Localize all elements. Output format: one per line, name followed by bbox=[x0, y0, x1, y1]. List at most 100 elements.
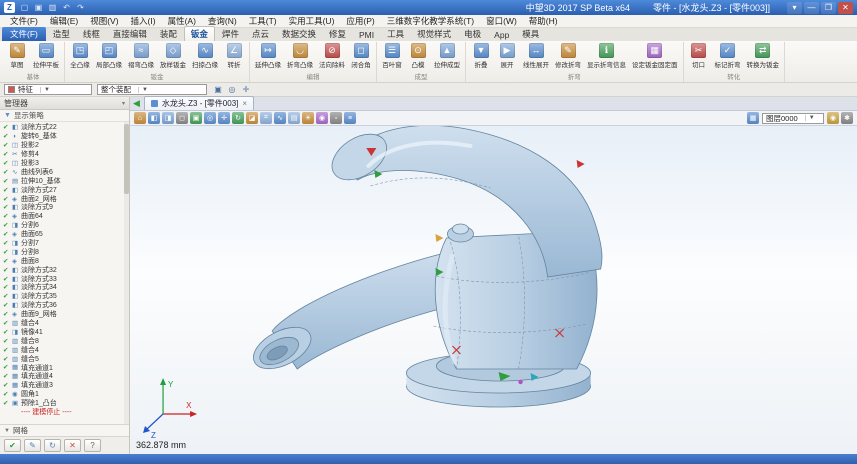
ribbon-button[interactable]: ▲ 拉伸成型 bbox=[432, 42, 462, 70]
checkbox-icon[interactable]: ✔ bbox=[3, 283, 10, 291]
checkbox-icon[interactable]: ✔ bbox=[3, 346, 10, 354]
view-tool-button[interactable]: ▣ bbox=[190, 112, 202, 124]
view-tool-button[interactable]: ✛ bbox=[218, 112, 230, 124]
view-tool-button[interactable]: ↻ bbox=[232, 112, 244, 124]
checkbox-icon[interactable]: ✔ bbox=[3, 203, 10, 211]
tree-row[interactable]: ✔ ▦ 填充通道3 bbox=[3, 381, 123, 390]
ribbon-button[interactable]: ▼ 折叠 bbox=[469, 42, 493, 70]
checkbox-icon[interactable]: ✔ bbox=[3, 141, 10, 149]
tree-row[interactable]: ✔ ◧ 淡除方式22 bbox=[3, 123, 123, 132]
mesh-section-header[interactable]: ▼ 网格 bbox=[0, 424, 129, 436]
ribbon-button[interactable]: ▦ 设定钣金固定面 bbox=[630, 42, 680, 70]
checkbox-icon[interactable]: ✔ bbox=[3, 248, 10, 256]
close-button[interactable]: ✕ bbox=[838, 2, 853, 14]
checkbox-icon[interactable]: ✔ bbox=[3, 186, 10, 194]
view-tool-button[interactable]: ◉ bbox=[316, 112, 328, 124]
quick-access-button[interactable]: ▣ bbox=[32, 2, 45, 14]
ribbon-button[interactable]: ≈ 褶弯凸缘 bbox=[126, 42, 156, 70]
ribbon-tab[interactable]: 装配 bbox=[154, 27, 183, 41]
ribbon-button[interactable]: ∠ 转折 bbox=[222, 42, 246, 70]
ribbon-button[interactable]: ◳ 全凸缘 bbox=[68, 42, 92, 70]
quick-access-button[interactable]: ↷ bbox=[74, 2, 87, 14]
tree-row[interactable]: ✔ ▥ 缝合8 bbox=[3, 336, 123, 345]
checkbox-icon[interactable]: ✔ bbox=[3, 123, 10, 131]
ribbon-button[interactable]: ▶ 展开 bbox=[495, 42, 519, 70]
tree-row[interactable]: ✔ ◈ 曲面2_网格 bbox=[3, 194, 123, 203]
view-tool-button[interactable]: ≡ bbox=[344, 112, 356, 124]
tree-row[interactable]: ✔ ◫ 投影2 bbox=[3, 141, 123, 150]
panel-button[interactable]: ↻ bbox=[44, 439, 61, 452]
ribbon-tab[interactable]: 视觉样式 bbox=[411, 27, 457, 41]
tree-row[interactable]: ✔ ◫ 投影3 bbox=[3, 159, 123, 168]
tree-row[interactable]: ✔ ▥ 缝合4 bbox=[3, 345, 123, 354]
tree-row[interactable]: ✔ ◧ 淡除方式32 bbox=[3, 265, 123, 274]
ribbon-button[interactable]: ℹ 显示折弯信息 bbox=[585, 42, 628, 70]
checkbox-icon[interactable]: ✔ bbox=[3, 328, 10, 336]
view-tool-button[interactable]: ◎ bbox=[204, 112, 216, 124]
view-tool-button[interactable]: ▫ bbox=[330, 112, 342, 124]
display-strategy-row[interactable]: ▼ 显示策略 bbox=[0, 110, 129, 122]
tree-row[interactable]: ✔ ◈ 曲面64 bbox=[3, 212, 123, 221]
chevron-down-icon[interactable]: ▾ bbox=[122, 100, 125, 107]
quickbar-tool-button[interactable]: ✛ bbox=[240, 84, 252, 95]
ribbon-tab[interactable]: 模具 bbox=[516, 27, 545, 41]
tree-row[interactable]: ✔ ◨ 分割8 bbox=[3, 247, 123, 256]
tree-row[interactable]: ✔ ▥ 缝合4 bbox=[3, 319, 123, 328]
ribbon-button[interactable]: ☰ 百叶窗 bbox=[380, 42, 404, 70]
tree-row[interactable]: ✔ ▤ 拉伸10_基体 bbox=[3, 176, 123, 185]
checkbox-icon[interactable]: ✔ bbox=[3, 381, 10, 389]
checkbox-icon[interactable]: ✔ bbox=[3, 221, 10, 229]
ribbon-button[interactable]: ↔ 线性展开 bbox=[521, 42, 551, 70]
checkbox-icon[interactable]: ✔ bbox=[3, 310, 10, 318]
tree-row[interactable]: ✔ ◈ 曲面65 bbox=[3, 230, 123, 239]
view-tool-button[interactable]: ✱ bbox=[841, 112, 853, 124]
ribbon-button[interactable]: ⇄ 转换为钣金 bbox=[745, 42, 782, 70]
ribbon-button[interactable]: ▭ 拉伸平板 bbox=[31, 42, 61, 70]
faucet-model[interactable] bbox=[247, 126, 602, 407]
model-canvas[interactable]: Y X Z 362.878 mm bbox=[130, 126, 857, 454]
ribbon-button[interactable]: ✓ 标记折弯 bbox=[713, 42, 743, 70]
ribbon-tab[interactable]: 点云 bbox=[246, 27, 275, 41]
tree-scrollbar[interactable] bbox=[124, 122, 129, 424]
panel-button[interactable]: ✎ bbox=[24, 439, 41, 452]
back-arrow-icon[interactable]: ◀ bbox=[133, 98, 140, 109]
tree-row[interactable]: ✔ ▦ 填充通道1 bbox=[3, 363, 123, 372]
checkbox-icon[interactable]: ✔ bbox=[3, 195, 10, 203]
view-tool-button[interactable]: ☀ bbox=[302, 112, 314, 124]
checkbox-icon[interactable]: ✔ bbox=[3, 292, 10, 300]
ribbon-button[interactable]: ⊘ 法向除料 bbox=[317, 42, 347, 70]
checkbox-icon[interactable]: ✔ bbox=[3, 177, 10, 185]
panel-button[interactable]: ✕ bbox=[64, 439, 81, 452]
tree-row[interactable]: ✔ ◧ 淡除方式9 bbox=[3, 203, 123, 212]
tree-row[interactable]: ✔ ◨ 镜像41 bbox=[3, 327, 123, 336]
checkbox-icon[interactable]: ✔ bbox=[3, 301, 10, 309]
ribbon-button[interactable]: ↦ 延伸凸缘 bbox=[253, 42, 283, 70]
manager-panel-header[interactable]: 管理器 ▾ bbox=[0, 97, 129, 110]
ribbon-tab[interactable]: 直接编辑 bbox=[107, 27, 153, 41]
quickbar-tool-button[interactable]: ◎ bbox=[226, 84, 238, 95]
ribbon-tab[interactable]: 钣金 bbox=[184, 26, 215, 41]
ribbon-tab[interactable]: 数据交换 bbox=[276, 27, 322, 41]
checkbox-icon[interactable]: ✔ bbox=[3, 230, 10, 238]
ribbon-tab[interactable]: 电极 bbox=[458, 27, 487, 41]
ribbon-button[interactable]: ✎ 修改折弯 bbox=[553, 42, 583, 70]
checkbox-icon[interactable]: ✔ bbox=[3, 150, 10, 158]
tree-row[interactable]: ✔ ▦ 填充通道4 bbox=[3, 372, 123, 381]
view-tool-button[interactable]: ⌗ bbox=[260, 112, 272, 124]
checkbox-icon[interactable]: ✔ bbox=[3, 266, 10, 274]
view-tool-button[interactable]: ◻ bbox=[176, 112, 188, 124]
tree-row[interactable]: ✔ ◧ 淡除方式33 bbox=[3, 274, 123, 283]
tree-row[interactable]: ✔ ▣ 预除1_凸台 bbox=[3, 399, 123, 408]
ribbon-tab[interactable]: 修复 bbox=[323, 27, 352, 41]
pin-icon[interactable]: ▾ bbox=[787, 2, 802, 14]
panel-button[interactable]: ? bbox=[84, 439, 101, 452]
ribbon-tab[interactable]: 焊件 bbox=[216, 27, 245, 41]
ribbon-button[interactable]: ◻ 闭合角 bbox=[349, 42, 373, 70]
menu-item[interactable]: 文件(F) bbox=[4, 15, 44, 27]
tree-row[interactable]: ✔ ▥ 缝合5 bbox=[3, 354, 123, 363]
maximize-button[interactable]: ❐ bbox=[821, 2, 836, 14]
ribbon-tab[interactable]: 工具 bbox=[381, 27, 410, 41]
tree-row[interactable]: ✔ ◉ 圆角1 bbox=[3, 390, 123, 399]
view-tool-button[interactable]: ◧ bbox=[148, 112, 160, 124]
view-tool-button[interactable]: ▤ bbox=[288, 112, 300, 124]
